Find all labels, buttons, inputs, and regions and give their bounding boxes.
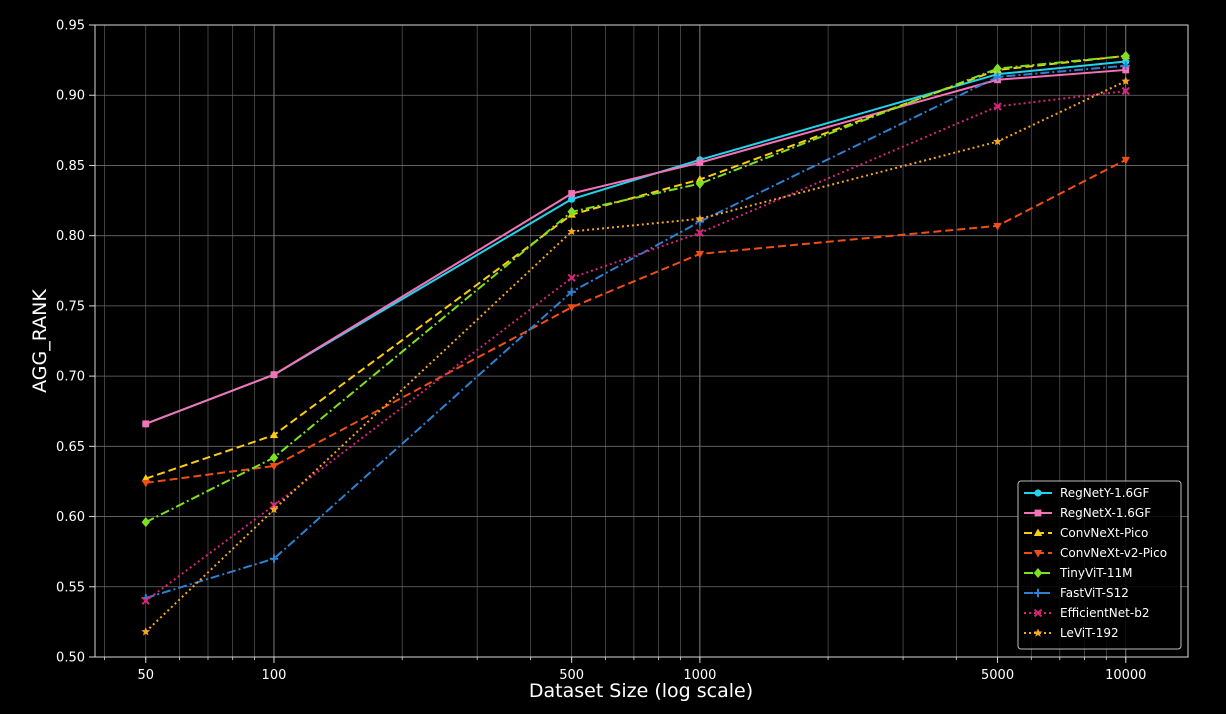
data-point: [696, 159, 704, 167]
legend-label: TinyViT-11M: [1059, 566, 1132, 580]
series-line: [145, 54, 1126, 524]
series-convnext-v2-pico: [141, 156, 1130, 488]
y-tick-label: 0.90: [56, 89, 85, 104]
series-regnetx-1-6gf: [142, 66, 1130, 428]
series-line: [145, 158, 1127, 484]
series-line: [145, 60, 1126, 425]
legend-label: EfficientNet-b2: [1060, 606, 1149, 620]
series-tinyvit-11m: [141, 50, 1130, 528]
x-tick-label: 10000: [1105, 668, 1146, 683]
data-point: [1121, 50, 1130, 61]
x-axis-label: Dataset Size (log scale): [529, 680, 753, 702]
data-point: [568, 190, 576, 197]
series-levit-192: [141, 76, 1131, 636]
y-tick-label: 0.75: [56, 299, 85, 314]
chart-container: 50 100 500 1000 5000 10000 0.50 0.55 0.60 0.65 0.7…: [0, 0, 1226, 714]
y-tick-label: 0.70: [56, 370, 85, 385]
x-tick-label: 5000: [981, 668, 1014, 683]
y-tick-label: 0.50: [56, 651, 85, 666]
x-tick-label: 100: [262, 668, 287, 683]
series-line: [145, 90, 1126, 602]
series-convnext-pico: [141, 51, 1130, 482]
legend-label: RegNetY-1.6GF: [1060, 486, 1149, 500]
legend-marker: [1034, 489, 1042, 497]
axis-ticks: 50 100 500 1000 5000 100000.500.550.600.650.7…: [56, 19, 1146, 684]
legend-label: FastViT-S12: [1060, 586, 1129, 600]
y-tick-label: 0.95: [56, 19, 85, 34]
data-point: [142, 420, 150, 428]
data-point: [141, 479, 150, 488]
y-tick-label: 0.60: [56, 510, 85, 525]
y-tick-label: 0.55: [56, 580, 85, 595]
legend: RegNetY-1.6GF RegNetX-1.6GF ConvNeXt-Pico C…: [1017, 480, 1182, 650]
data-point: [567, 206, 576, 217]
series-line: [145, 54, 1126, 480]
series-group: [141, 50, 1131, 636]
data-point: [141, 517, 150, 528]
data-point: [270, 371, 278, 379]
series-line: [145, 80, 1127, 633]
legend-label: ConvNeXt-v2-Pico: [1060, 546, 1167, 560]
y-tick-label: 0.80: [56, 229, 85, 244]
series-line: [145, 68, 1126, 425]
y-axis-label: AGG_RANK: [29, 289, 51, 393]
legend-label: ConvNeXt-Pico: [1060, 526, 1148, 540]
series-fastvit-s12: [141, 61, 1130, 603]
legend-label: RegNetX-1.6GF: [1060, 506, 1151, 520]
y-tick-label: 0.65: [56, 440, 85, 455]
legend-label: LeViT-192: [1060, 626, 1119, 640]
x-tick-label: 50: [137, 668, 154, 683]
legend-marker: [1034, 509, 1042, 517]
data-point: [695, 178, 705, 189]
y-tick-label: 0.85: [56, 159, 85, 174]
line-chart: 50 100 500 1000 5000 100000.500.550.600.650.7…: [29, 19, 1189, 702]
